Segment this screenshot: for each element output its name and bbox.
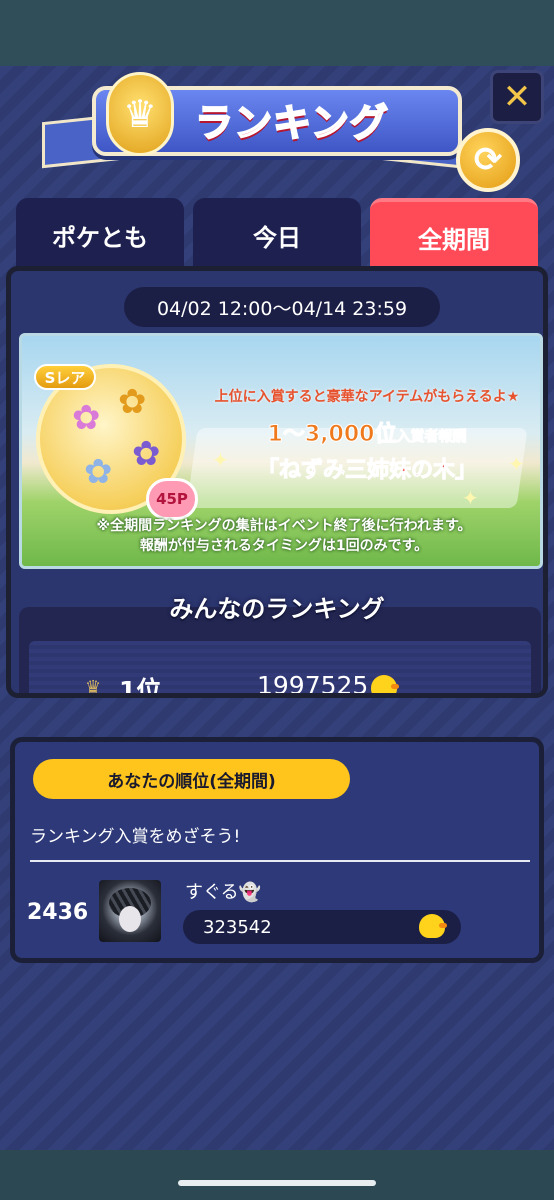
refresh-icon: ⟳	[473, 140, 503, 180]
crown-icon: ♛	[106, 72, 174, 156]
page-title: ランキング	[194, 100, 389, 146]
my-rank-message: ランキング入賞をめざそう!	[30, 827, 241, 847]
flower-icon: ✿	[132, 434, 161, 474]
rank-score: 1997525	[257, 671, 369, 698]
reward-range-text: 1〜3,000位	[267, 422, 397, 448]
reward-item-name: 「ねずみ三姉妹の木」	[256, 458, 477, 484]
my-score-value: 323542	[203, 916, 272, 938]
divider	[30, 860, 530, 862]
sparkle-icon: ✦	[462, 486, 479, 510]
duck-icon	[371, 675, 399, 693]
ranking-list-card: ♛ 1位 1997525	[29, 641, 531, 698]
sparkle-icon: ✦	[508, 452, 525, 476]
reward-range-sub: 入賞者報酬	[396, 429, 467, 446]
rarity-badge: Sレア	[34, 364, 96, 390]
ranking-box: 04/02 12:00〜04/14 23:59 ✿ ✿ ✿ ✿ Sレア 45P …	[6, 266, 548, 698]
my-rank-number: 2436	[27, 900, 89, 925]
close-button[interactable]: ✕	[490, 70, 544, 124]
everyone-ranking-title: みんなのランキング	[169, 595, 385, 623]
banner-headline: 上位に入賞すると豪華なアイテムがもらえるよ★	[214, 389, 520, 405]
status-bar-area	[0, 0, 554, 66]
home-indicator[interactable]	[178, 1180, 376, 1186]
tab-all-period[interactable]: 全期間	[370, 198, 538, 272]
banner-reward-range: 1〜3,000位入賞者報酬	[202, 416, 532, 448]
avatar[interactable]	[99, 880, 161, 942]
rank-position: 1位	[119, 676, 162, 698]
banner-note-line2: 報酬が付与されるタイミングは1回のみです。	[139, 538, 429, 554]
bottom-bar	[0, 1150, 554, 1200]
tab-today[interactable]: 今日	[193, 198, 361, 272]
flower-icon: ✿	[118, 382, 147, 422]
period-label: 04/02 12:00〜04/14 23:59	[124, 287, 440, 327]
table-row[interactable]: ♛ 1位 1997525	[29, 671, 531, 698]
tab-poketomo[interactable]: ポケとも	[16, 198, 184, 272]
reward-banner[interactable]: ✿ ✿ ✿ ✿ Sレア 45P 上位に入賞すると豪華なアイテムがもらえるよ★ 1…	[19, 333, 543, 569]
sparkle-icon: ✦	[212, 448, 229, 472]
crown-icon: ♛	[85, 677, 102, 698]
banner-note-line1: ※全期間ランキングの集計はイベント終了後に行われます。	[96, 518, 472, 534]
flower-icon: ✿	[84, 452, 113, 492]
my-rank-box: あなたの順位(全期間) ランキング入賞をめざそう! 2436 すぐる👻 3235…	[10, 737, 544, 963]
my-score: 323542	[183, 910, 461, 944]
points-badge: 45P	[146, 478, 198, 520]
close-icon: ✕	[502, 77, 532, 117]
banner-note: ※全期間ランキングの集計はイベント終了後に行われます。 報酬が付与されるタイミン…	[22, 516, 540, 556]
refresh-button[interactable]: ⟳	[456, 128, 520, 192]
my-rank-label: あなたの順位(全期間)	[33, 759, 350, 799]
user-name: すぐる👻	[185, 882, 262, 903]
flower-icon: ✿	[72, 398, 101, 438]
duck-icon	[419, 914, 447, 938]
